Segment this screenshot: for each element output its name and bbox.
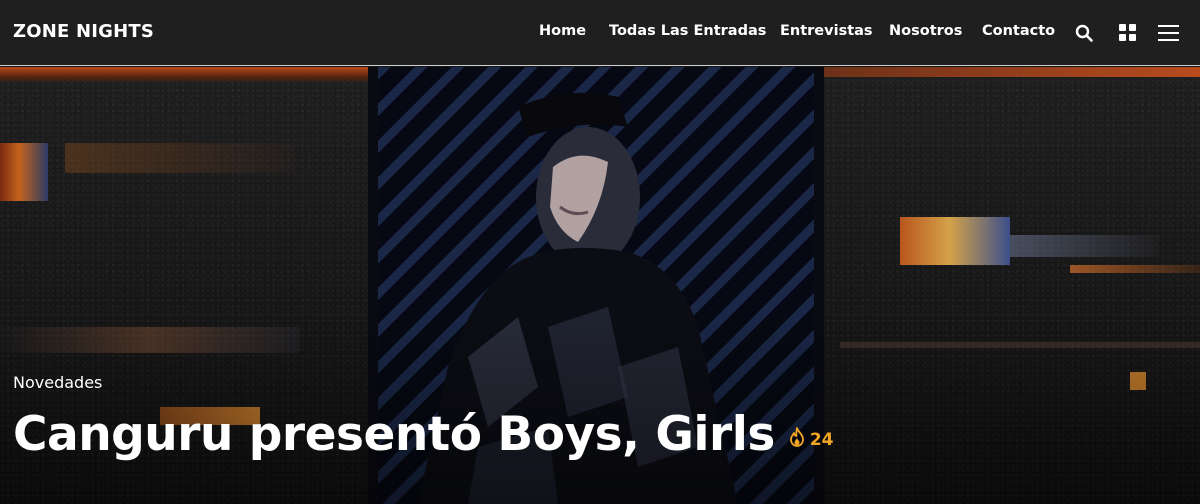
post-title-row: Canguru presentó Boys, Girls 24 [13, 407, 833, 462]
site-header: ZONE NIGHTS Home Todas Las Entradas Entr… [0, 0, 1200, 66]
nav-item-todas-las-entradas[interactable]: Todas Las Entradas [609, 23, 766, 39]
hero-featured-post[interactable]: Novedades Canguru presentó Boys, Girls 2… [0, 67, 1200, 504]
grid-icon[interactable] [1119, 24, 1136, 46]
post-title[interactable]: Canguru presentó Boys, Girls [13, 407, 775, 462]
hot-badge: 24 [789, 427, 834, 452]
nav-item-contacto[interactable]: Contacto [982, 23, 1055, 39]
flame-icon [789, 427, 810, 452]
menu-icon[interactable] [1158, 25, 1179, 46]
search-icon[interactable] [1075, 24, 1093, 47]
nav-item-entrevistas[interactable]: Entrevistas [780, 23, 873, 39]
site-logo[interactable]: ZONE NIGHTS [13, 21, 154, 42]
hot-count: 24 [809, 429, 834, 450]
nav-item-nosotros[interactable]: Nosotros [889, 23, 962, 39]
post-category[interactable]: Novedades [13, 373, 102, 392]
nav-item-home[interactable]: Home [539, 23, 586, 39]
